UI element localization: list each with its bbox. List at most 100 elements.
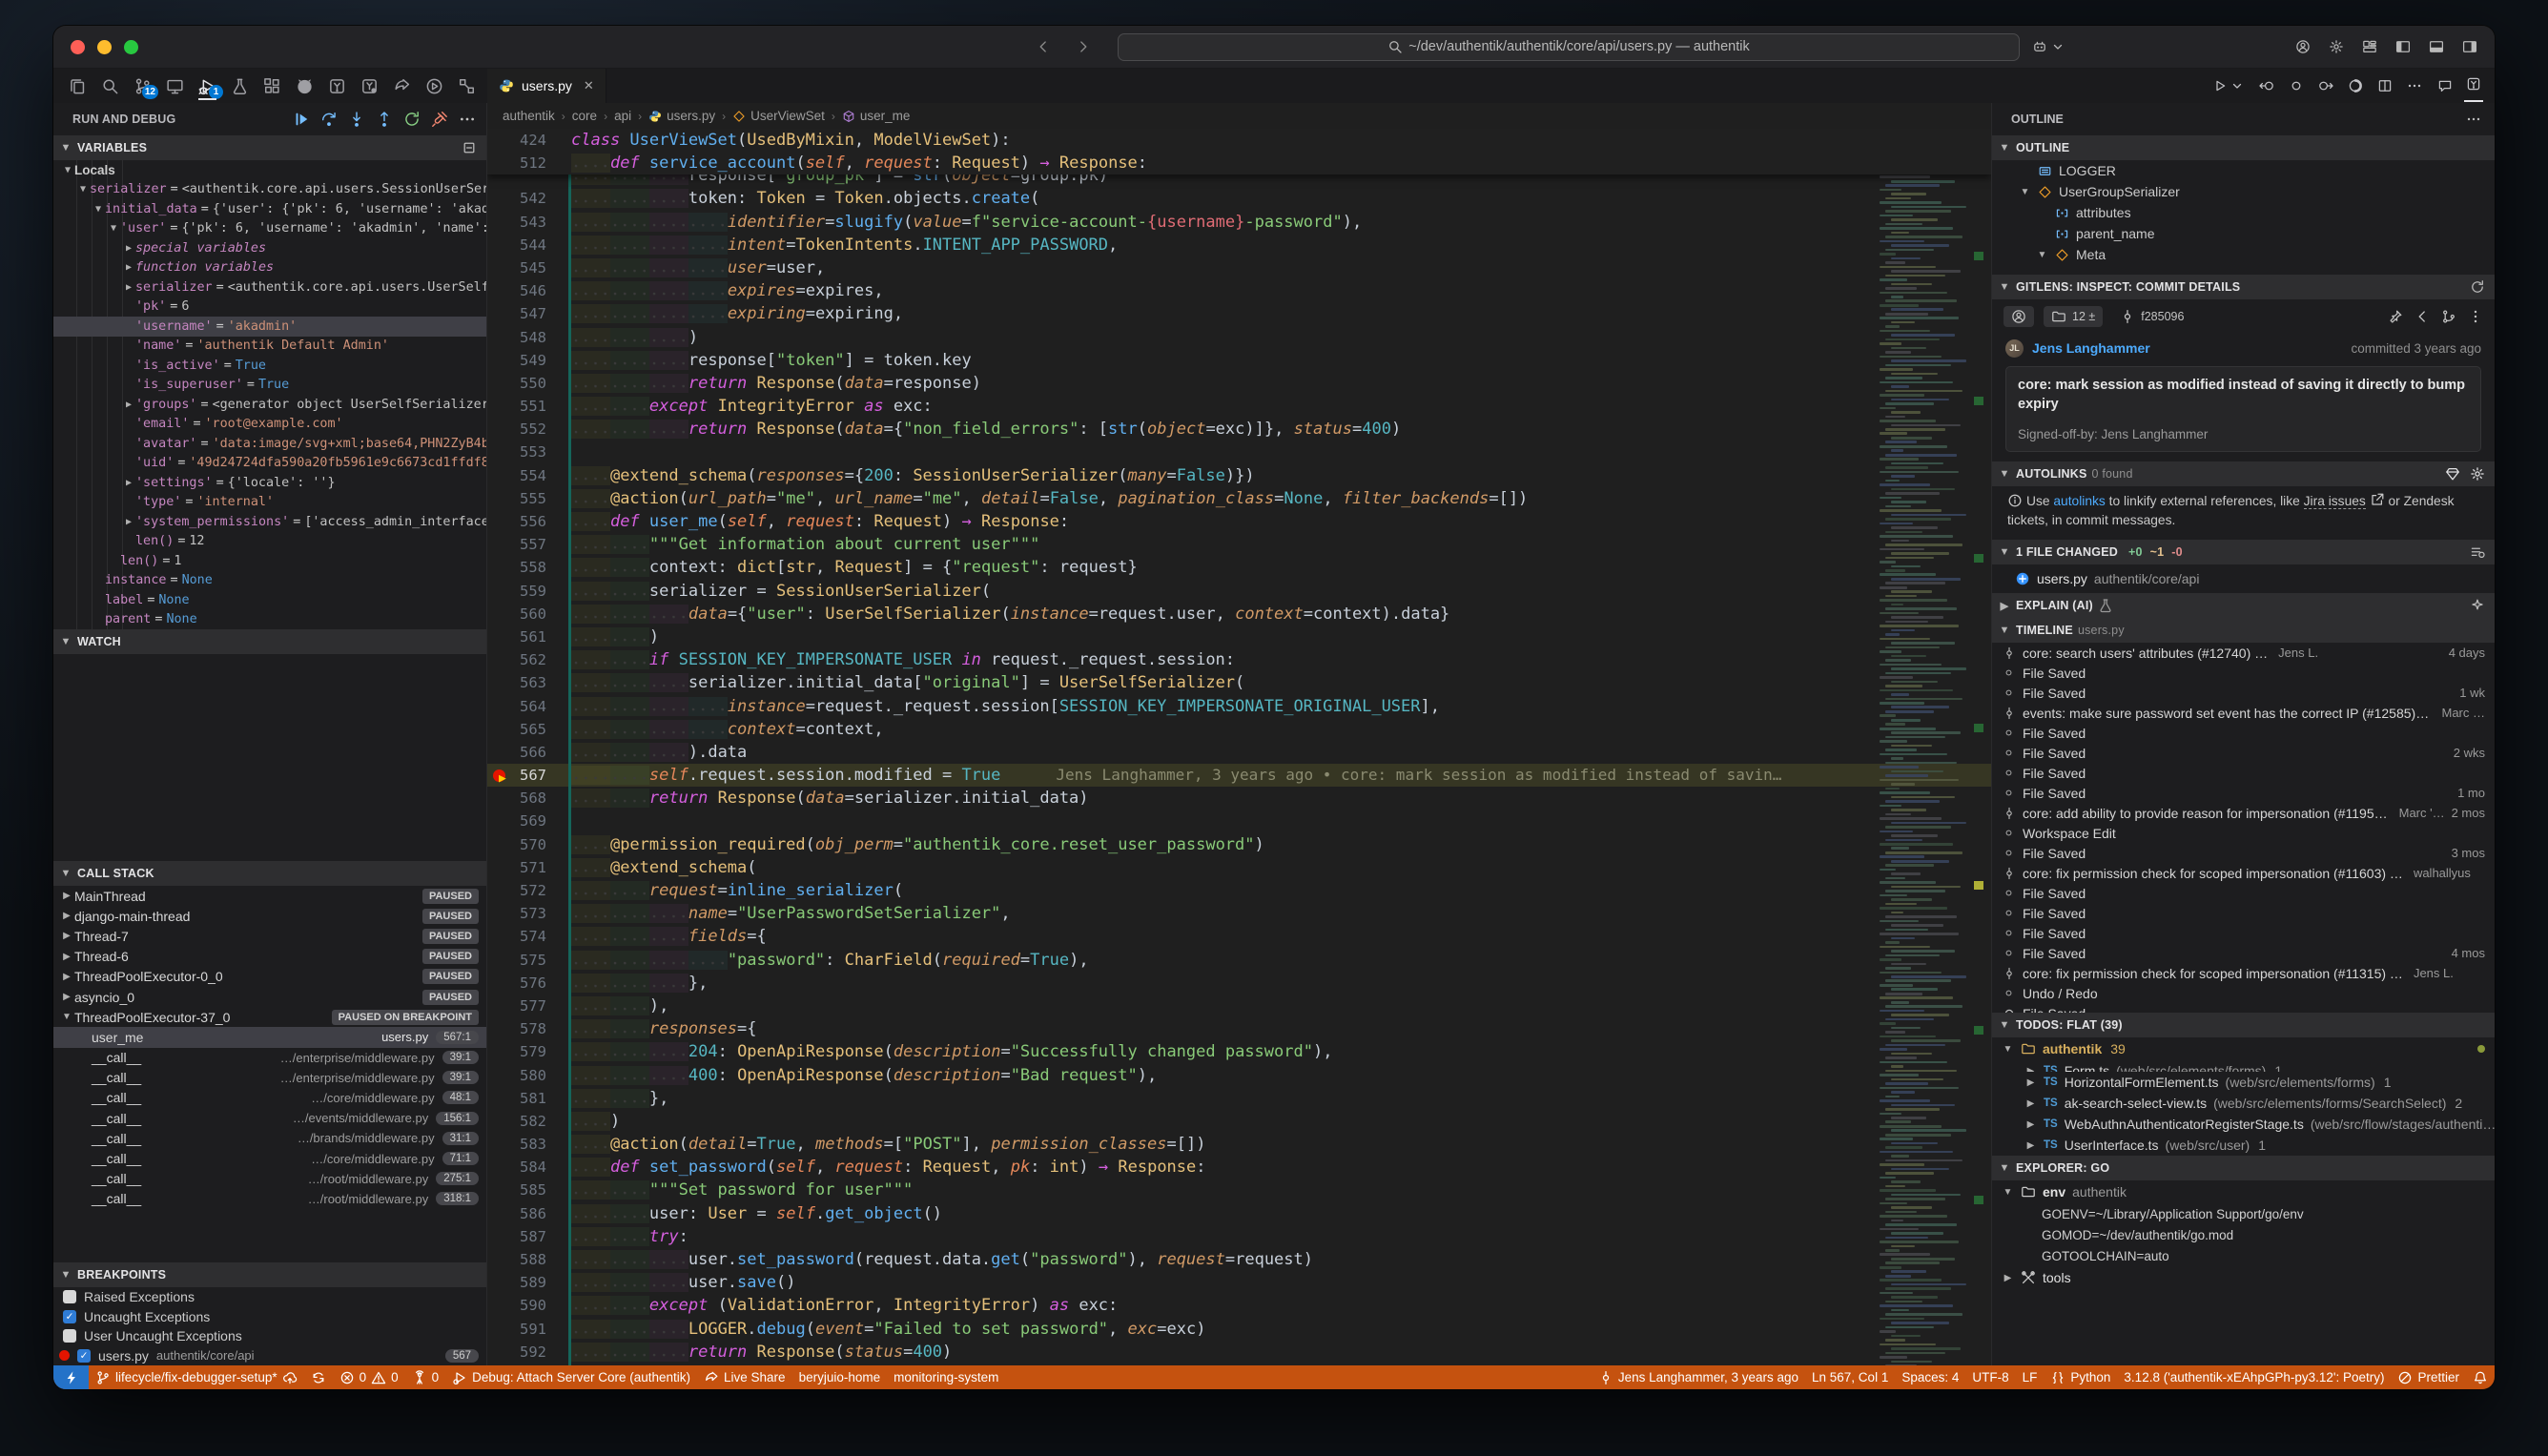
gitlens-section-header[interactable]: ▼GITLENS: INSPECT: COMMIT DETAILS [1992, 275, 2495, 299]
call-stack-thread-row[interactable]: ▶ThreadPoolExecutor-0_0PAUSED [53, 967, 486, 987]
code-line[interactable]: 563 serializer.initial_data["original"] … [487, 671, 1991, 694]
branch-status-item[interactable]: lifecycle/fix-debugger-setup* [89, 1365, 304, 1389]
chevron-right-icon[interactable]: ▶ [2024, 1140, 2037, 1151]
chevron-down-icon[interactable]: ▼ [61, 165, 74, 175]
timeline-item[interactable]: Workspace Edit [1992, 823, 2495, 843]
gutter[interactable]: 554 [487, 464, 571, 487]
variable-row[interactable]: 'type'='internal' [53, 493, 486, 513]
breakpoint-row[interactable]: Raised Exceptions [53, 1287, 486, 1307]
gutter[interactable]: 558 [487, 556, 571, 579]
variable-row[interactable]: ▶serializer=<authentik.core.api.users.Us… [53, 277, 486, 297]
call-stack-frame-row[interactable]: __call__…/enterprise/middleware.py39:1 [53, 1068, 486, 1088]
gutter[interactable]: ▶567 [487, 764, 571, 787]
back-icon[interactable] [2414, 309, 2430, 324]
gitlens-aux-icon[interactable] [2466, 76, 2481, 92]
code-line[interactable]: 542 token: Token = Token.objects.create( [487, 187, 1991, 210]
variable-row[interactable]: 'email'='root@example.com' [53, 415, 486, 435]
gutter[interactable]: 557 [487, 533, 571, 556]
gutter[interactable]: 584 [487, 1156, 571, 1179]
call-stack-frame-row[interactable]: __call__…/root/middleware.py318:1 [53, 1189, 486, 1209]
chevron-right-icon[interactable]: ▶ [122, 243, 135, 254]
code-line[interactable]: 572 request=inline_serializer( [487, 879, 1991, 902]
gutter[interactable]: 575 [487, 949, 571, 972]
timeline-item[interactable]: core: fix permission check for scoped im… [1992, 863, 2495, 883]
encoding-item[interactable]: UTF-8 [1965, 1365, 2015, 1389]
chevron-right-icon[interactable]: ▶ [59, 931, 74, 941]
chevron-down-icon[interactable]: ▼ [59, 1012, 74, 1022]
host1-status-item[interactable]: beryjuio-home [792, 1365, 888, 1389]
variable-row[interactable]: ▼initial_data={'user': {'pk': 6, 'userna… [53, 199, 486, 219]
sync-status-item[interactable] [304, 1365, 333, 1389]
code-line[interactable]: 564 instance=request._request.session[SE… [487, 695, 1991, 718]
variable-row[interactable]: 'name'='authentik Default Admin' [53, 337, 486, 357]
panel-more-icon[interactable] [2466, 112, 2481, 127]
gutter[interactable]: 546 [487, 279, 571, 302]
timeline-item[interactable]: File Saved4 mos [1992, 943, 2495, 963]
code-line[interactable]: 593 if user.pk == request.user.pk and SE… [487, 1364, 1991, 1365]
chevron-right-icon[interactable]: ▶ [122, 262, 135, 273]
gutter[interactable]: 570 [487, 833, 571, 856]
breadcrumb-item[interactable]: users.py [648, 109, 715, 123]
outline-section-header[interactable]: ▼OUTLINE [1992, 135, 2495, 160]
interpreter-item[interactable]: 3.12.8 ('authentik-xEAhpGPh-py3.12': Poe… [2117, 1365, 2391, 1389]
gutter[interactable]: 560 [487, 603, 571, 625]
code-line[interactable]: 589 user.save() [487, 1271, 1991, 1294]
call-stack-frame-row[interactable]: __call__…/core/middleware.py48:1 [53, 1088, 486, 1108]
timeline-item[interactable]: File Saved1 wk [1992, 683, 2495, 703]
notifications-item[interactable] [2466, 1365, 2495, 1389]
gutter[interactable]: 578 [487, 1017, 571, 1040]
breakpoint-row[interactable]: User Uncaught Exceptions [53, 1326, 486, 1346]
explorer-go-section-header[interactable]: ▼EXPLORER: GO [1992, 1156, 2495, 1180]
timeline-item[interactable]: Undo / Redo [1992, 983, 2495, 1003]
call-stack-frame-row[interactable]: __call__…/root/middleware.py275:1 [53, 1169, 486, 1189]
code-line[interactable]: 555 @action(url_path="me", url_name="me"… [487, 487, 1991, 510]
code-line[interactable]: 556 def user_me(self, request: Request) … [487, 510, 1991, 533]
activity-symbols-icon[interactable] [454, 72, 480, 100]
gutter[interactable]: 581 [487, 1087, 571, 1110]
debug-status-item[interactable]: Debug: Attach Server Core (authentik) [445, 1365, 697, 1389]
timeline-item[interactable]: events: make sure password set event has… [1992, 703, 2495, 723]
outline-item-usergroupserializer[interactable]: ▼UserGroupSerializer [1992, 181, 2495, 202]
gutter[interactable]: 552 [487, 418, 571, 441]
code-line[interactable]: 548 ) [487, 326, 1991, 349]
call-stack-frame-row[interactable]: __call__…/events/middleware.py156:1 [53, 1108, 486, 1128]
call-stack-frame-row[interactable]: __call__…/core/middleware.py71:1 [53, 1148, 486, 1168]
gutter[interactable]: 544 [487, 234, 571, 256]
breadcrumb-item[interactable]: authentik [503, 109, 555, 123]
variable-row[interactable]: 'pk'=6 [53, 297, 486, 318]
gutter[interactable]: 568 [487, 787, 571, 810]
files-changed-section-header[interactable]: ▼1 FILE CHANGED +0~1-0 [1992, 540, 2495, 564]
timeline-item[interactable]: File Saved [1992, 923, 2495, 943]
breakpoints-section-header[interactable]: ▼BREAKPOINTS [53, 1262, 486, 1287]
checkbox-unchecked[interactable] [63, 1329, 76, 1343]
language-item[interactable]: Python [2044, 1365, 2117, 1389]
code-line[interactable]: 560 data={"user": UserSelfSerializer(ins… [487, 603, 1991, 625]
code-line-current[interactable]: ▶567 self.request.session.modified = Tru… [487, 764, 1991, 787]
code-line[interactable]: 547 expiring=expiring, [487, 302, 1991, 325]
variables-section-header[interactable]: ▼VARIABLES [53, 135, 486, 160]
explain-ai-section-header[interactable]: ▶EXPLAIN (AI) [1992, 593, 2495, 618]
breadcrumb-item[interactable]: core [572, 109, 597, 123]
code-line[interactable]: 546 expires=expires, [487, 279, 1991, 302]
gutter[interactable]: 563 [487, 671, 571, 694]
gutter[interactable]: 586 [487, 1202, 571, 1225]
variable-row[interactable]: ▶'system_permissions'=['access_admin_int… [53, 512, 486, 532]
code-line[interactable]: 579 204: OpenApiResponse(description="Su… [487, 1040, 1991, 1063]
code-line[interactable]: 570 @permission_required(obj_perm="authe… [487, 833, 1991, 856]
code-line[interactable]: 512 def service_account(self, request: R… [487, 152, 1991, 174]
autolinks-link[interactable]: autolinks [2053, 494, 2105, 508]
previous-change-icon[interactable] [2259, 78, 2274, 93]
code-line[interactable]: 552 return Response(data={"non_field_err… [487, 418, 1991, 441]
history-forward-icon[interactable] [1076, 39, 1091, 54]
current-change-icon[interactable] [2289, 78, 2304, 93]
files-layout-icon[interactable] [2470, 544, 2485, 560]
variable-row[interactable]: label=None [53, 590, 486, 610]
gutter[interactable]: 424 [487, 129, 571, 152]
gutter[interactable]: 590 [487, 1294, 571, 1317]
variable-row[interactable]: len()=1 [53, 551, 486, 571]
changed-file-row[interactable]: users.py authentik/core/api [1992, 564, 2495, 593]
gutter[interactable]: 555 [487, 487, 571, 510]
timeline-item[interactable]: File Saved2 wks [1992, 743, 2495, 763]
code-line[interactable]: 559 serializer = SessionUserSerializer( [487, 580, 1991, 603]
gutter[interactable]: 512 [487, 152, 571, 174]
